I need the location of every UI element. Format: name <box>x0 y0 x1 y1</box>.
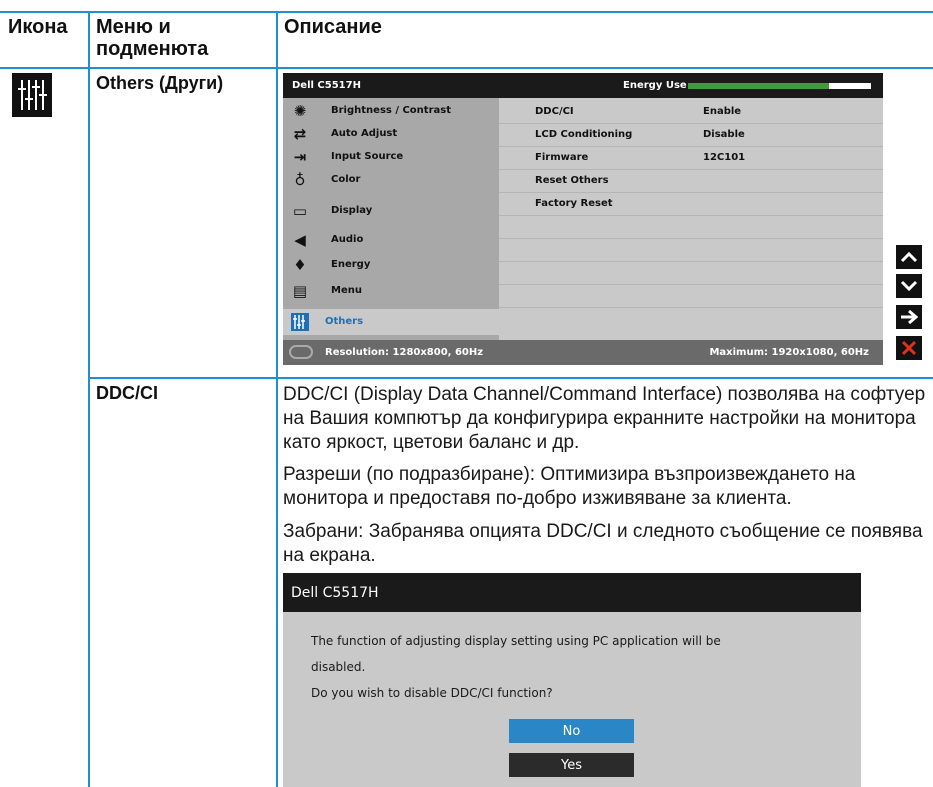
osd-status-bar: Resolution: 1280x800, 60Hz Maximum: 1920… <box>283 340 883 365</box>
no-button[interactable]: No <box>509 719 634 743</box>
description-paragraph-2: Разреши (по подразбиране): Оптимизира въ… <box>283 464 856 509</box>
energy-use-label: Energy Use <box>623 80 687 91</box>
osd-header: Dell C5517H Energy Use <box>283 73 883 98</box>
submenu-label: LCD Conditioning <box>535 129 633 140</box>
menu-icon: ▤ <box>292 282 308 300</box>
header-bottom-border <box>0 67 933 69</box>
menu-item-label: Color <box>331 174 361 185</box>
dialog-message-line-2: disabled. <box>311 660 366 674</box>
menu-item-label: Display <box>331 205 373 216</box>
menu-item-brightness-contrast[interactable]: ✺ Brightness / Contrast <box>289 101 499 123</box>
down-arrow-icon[interactable] <box>896 274 922 298</box>
menu-item-label: Energy <box>331 259 371 270</box>
dialog-title: Dell C5517H <box>291 585 379 601</box>
submenu-empty-row <box>499 262 883 285</box>
submenu-empty-row <box>499 285 883 308</box>
audio-icon: ◀ <box>294 231 306 249</box>
header-menu: Меню и подменюта <box>96 16 209 60</box>
col-divider-1 <box>88 11 90 787</box>
menu-item-color[interactable]: ♁ Color <box>289 170 499 192</box>
resolution-text: Resolution: 1280x800, 60Hz <box>325 347 484 358</box>
menu-item-label: Input Source <box>331 151 404 162</box>
submenu-label: DDC/CI <box>535 106 574 117</box>
submenu-ddcci[interactable]: DDC/CI Enable <box>499 101 883 124</box>
others-icon <box>289 312 311 332</box>
right-arrow-icon[interactable] <box>896 305 922 329</box>
ddcci-disable-dialog: Dell C5517H The function of adjusting di… <box>283 573 861 787</box>
menu-item-label: Menu <box>331 285 362 296</box>
input-source-icon: ⇥ <box>293 148 307 166</box>
menu-item-display[interactable]: ▭ Display <box>289 201 499 223</box>
brightness-icon: ✺ <box>293 102 307 120</box>
col-divider-2 <box>276 11 278 787</box>
header-icon: Икона <box>8 16 68 38</box>
up-arrow-icon[interactable] <box>896 245 922 269</box>
dialog-message-line-1: The function of adjusting display settin… <box>311 634 721 648</box>
submenu-label: Firmware <box>535 152 589 163</box>
description-paragraph-3: Забрани: Забранява опцията DDC/CI и след… <box>283 521 923 566</box>
submenu-factory-reset[interactable]: Factory Reset <box>499 193 883 216</box>
color-icon: ♁ <box>294 171 306 189</box>
dialog-message-line-3: Do you wish to disable DDC/CI function? <box>311 686 553 700</box>
menu-item-label: Audio <box>331 234 364 245</box>
submenu-lcd-conditioning[interactable]: LCD Conditioning Disable <box>499 124 883 147</box>
menu-item-label: Others <box>325 316 364 327</box>
close-icon[interactable] <box>896 336 922 360</box>
menu-item-menu[interactable]: ▤ Menu <box>289 281 499 303</box>
submenu-empty-row <box>499 239 883 262</box>
yes-button[interactable]: Yes <box>509 753 634 777</box>
header-description: Описание <box>284 16 382 38</box>
submenu-value: Enable <box>703 106 742 117</box>
menu-item-auto-adjust[interactable]: ⇄ Auto Adjust <box>289 124 499 146</box>
menu-item-others[interactable]: Others <box>283 309 499 335</box>
submenu-value: Disable <box>703 129 745 140</box>
menu-item-label: Brightness / Contrast <box>331 105 451 116</box>
row-divider <box>88 377 933 379</box>
table-top-border <box>0 11 933 13</box>
menu-item-label: Auto Adjust <box>331 128 398 139</box>
osd-model-title: Dell C5517H <box>292 80 361 91</box>
submenu-label: Reset Others <box>535 175 609 186</box>
osd-menu: Dell C5517H Energy Use ✺ Brightness / Co… <box>283 73 883 365</box>
submenu-empty-row <box>499 216 883 239</box>
menu-label-others: Others (Други) <box>96 73 224 93</box>
submenu-label: Factory Reset <box>535 198 613 209</box>
others-sliders-icon <box>12 73 52 117</box>
resolution-icon <box>289 345 313 359</box>
submenu-reset-others[interactable]: Reset Others <box>499 170 883 193</box>
energy-use-bar <box>688 83 871 89</box>
energy-use-fill <box>688 83 829 89</box>
energy-icon: ♦ <box>293 256 307 274</box>
description-paragraph-1: DDC/CI (Display Data Channel/Command Int… <box>283 384 926 453</box>
dialog-header: Dell C5517H <box>283 573 861 612</box>
display-icon: ▭ <box>292 202 308 220</box>
menu-item-audio[interactable]: ◀ Audio <box>289 230 499 252</box>
auto-adjust-icon: ⇄ <box>293 125 307 143</box>
submenu-firmware[interactable]: Firmware 12C101 <box>499 147 883 170</box>
submenu-value: 12C101 <box>703 152 746 163</box>
menu-label-ddcci: DDC/CI <box>96 383 158 403</box>
menu-item-input-source[interactable]: ⇥ Input Source <box>289 147 499 169</box>
menu-item-energy[interactable]: ♦ Energy <box>289 255 499 277</box>
maximum-resolution-text: Maximum: 1920x1080, 60Hz <box>709 347 869 358</box>
